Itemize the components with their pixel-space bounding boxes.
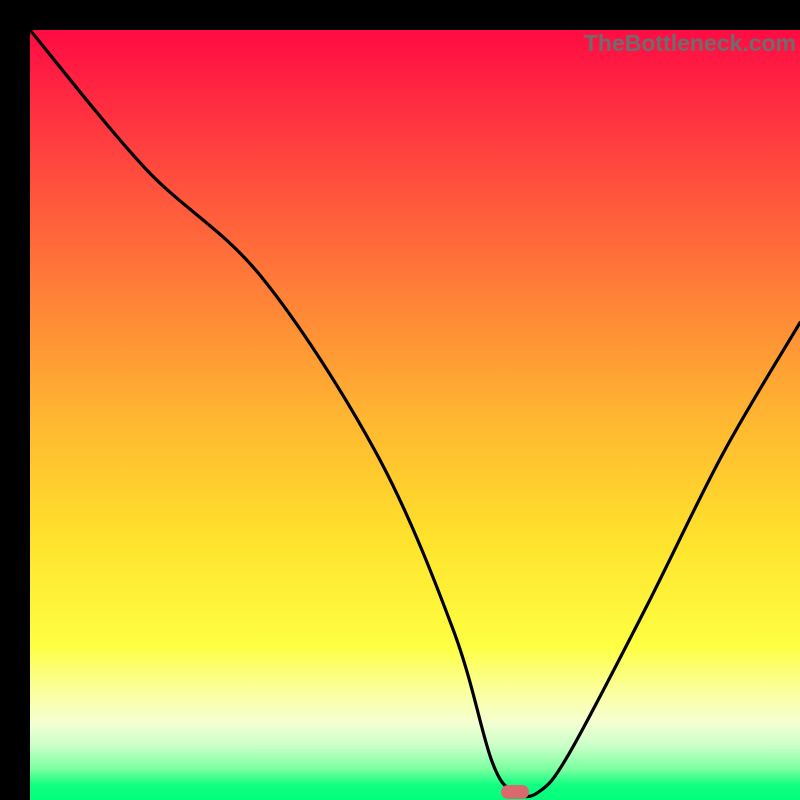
- chart-gradient-background: TheBottleneck.com: [30, 30, 800, 800]
- optimal-point-marker: [501, 785, 529, 799]
- chart-frame: TheBottleneck.com: [0, 0, 800, 800]
- bottleneck-curve: [30, 30, 800, 800]
